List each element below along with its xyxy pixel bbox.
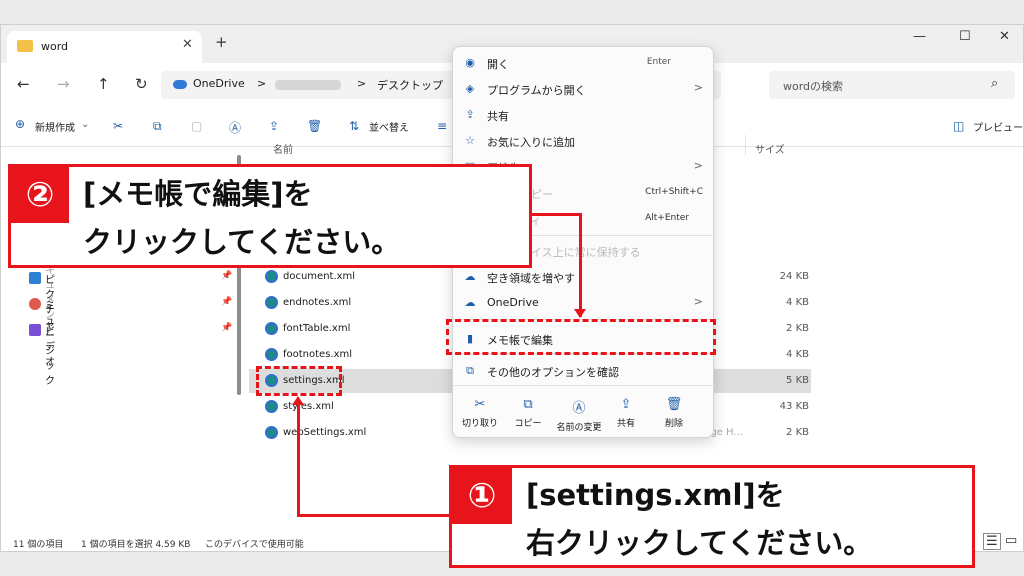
quick-action-share[interactable]: ⇪ 共有	[601, 397, 651, 429]
folder-icon	[17, 40, 33, 52]
edge-file-icon	[265, 296, 278, 309]
arrow-head	[292, 396, 304, 405]
chevron-down-icon: ⌄	[81, 119, 90, 130]
status-availability: このデバイスで使用可能	[205, 540, 304, 550]
pin-icon: 📌	[221, 297, 233, 307]
menu-item-open-with[interactable]: ◈ プログラムから開く >	[453, 77, 715, 101]
callout-text-line1: [settings.xml]を	[526, 478, 785, 512]
connector-line	[579, 213, 582, 317]
share-icon[interactable]: ⇪	[269, 119, 279, 133]
share-icon: ⇪	[465, 108, 475, 121]
rename-icon: Ⓐ	[572, 401, 586, 416]
menu-item-more-options[interactable]: ⧉ その他のオプションを確認	[453, 359, 715, 383]
new-icon: ⊕	[15, 117, 26, 131]
tab-close-icon[interactable]: ✕	[182, 37, 193, 52]
quick-action-rename[interactable]: Ⓐ 名前の変更	[551, 397, 607, 433]
chevron-right-icon: >	[693, 159, 703, 172]
quick-action-cut[interactable]: ✂ 切り取り	[455, 397, 505, 429]
menu-item-free-space[interactable]: ☁ 空き領域を増やす	[453, 265, 715, 289]
tab-word[interactable]: word ✕	[7, 31, 202, 63]
music-icon	[29, 298, 41, 310]
breadcrumb-onedrive[interactable]: OneDrive	[193, 77, 245, 90]
edge-file-icon	[265, 400, 278, 413]
open-with-icon: ◈	[465, 82, 475, 95]
copy-icon: ⧉	[523, 397, 533, 412]
callout-text-line2: クリックしてください。	[83, 225, 401, 259]
new-tab-button[interactable]: +	[215, 33, 228, 51]
video-icon	[29, 324, 41, 336]
star-icon: ☆	[465, 134, 475, 147]
sort-button[interactable]: 並べ替え	[369, 119, 409, 134]
minimize-button[interactable]: —	[913, 29, 926, 44]
breadcrumb-separator: >	[357, 77, 367, 90]
column-divider	[745, 135, 746, 155]
status-selection: 1 個の項目を選択 4.59 KB	[81, 540, 191, 550]
preview-button[interactable]: プレビュー	[973, 119, 1023, 134]
edge-file-icon	[265, 348, 278, 361]
paste-icon[interactable]: ▢	[191, 119, 202, 133]
details-view-icon[interactable]: ☰	[983, 533, 1001, 550]
share-icon: ⇪	[620, 397, 632, 412]
delete-icon: 🗑	[665, 397, 683, 412]
new-button[interactable]: 新規作成	[35, 119, 75, 134]
copy-icon[interactable]: ⧉	[153, 119, 162, 134]
edge-file-icon	[265, 322, 278, 335]
quick-action-copy[interactable]: ⧉ コピー	[503, 397, 553, 429]
connector-line	[530, 213, 582, 216]
column-header-size[interactable]: サイズ	[755, 141, 785, 156]
search-icon: ⌕	[991, 76, 999, 91]
onedrive-icon	[173, 80, 187, 89]
onedrive-icon: ☁	[464, 296, 476, 309]
menu-item-favorite[interactable]: ☆ お気に入りに追加	[453, 129, 715, 153]
highlight-settings-file	[256, 366, 342, 396]
maximize-button[interactable]: ☐	[959, 29, 971, 44]
tiles-view-icon[interactable]: ▭	[1005, 533, 1017, 548]
pictures-icon	[29, 272, 41, 284]
breadcrumb-separator: >	[257, 77, 267, 90]
delete-icon[interactable]: 🗑	[307, 119, 322, 133]
pin-icon: 📌	[221, 323, 233, 333]
highlight-notepad-item	[446, 319, 716, 355]
view-icon[interactable]: ≡	[437, 119, 447, 133]
breadcrumb-desktop[interactable]: デスクトップ	[377, 77, 443, 93]
connector-line	[297, 514, 450, 517]
edge-file-icon	[265, 426, 278, 439]
menu-item-share[interactable]: ⇪ 共有	[453, 103, 715, 127]
arrow-head	[574, 309, 586, 318]
blurred-breadcrumb	[275, 80, 341, 90]
step-number: ①	[452, 468, 512, 524]
forward-arrow-icon[interactable]: →	[57, 75, 70, 93]
cloud-free-icon: ☁	[464, 270, 476, 283]
more-options-icon: ⧉	[466, 364, 474, 377]
back-arrow-icon[interactable]: ←	[17, 75, 30, 93]
refresh-icon[interactable]: ↻	[135, 75, 148, 93]
step-number: ②	[11, 167, 69, 223]
chevron-right-icon: >	[693, 81, 703, 94]
edge-icon: ◉	[465, 56, 475, 69]
up-arrow-icon[interactable]: ↑	[97, 75, 110, 93]
menu-item-open[interactable]: ◉ 開く Enter	[453, 51, 715, 75]
column-header-name[interactable]: 名前	[273, 141, 293, 156]
callout-text-line2: 右クリックしてください。	[526, 526, 873, 560]
connector-line	[297, 404, 300, 516]
cut-icon: ✂	[474, 397, 486, 412]
callout-text-line1: [メモ帳で編集]を	[83, 177, 313, 211]
chevron-right-icon: >	[693, 295, 703, 308]
edge-file-icon	[265, 270, 278, 283]
preview-pane-icon: ◫	[953, 119, 965, 133]
rename-icon[interactable]: Ⓐ	[229, 119, 241, 136]
callout-step1: ① [settings.xml]を 右クリックしてください。	[449, 465, 975, 568]
search-box[interactable]: wordの検索 ⌕	[769, 71, 1015, 99]
close-window-button[interactable]: ✕	[999, 29, 1010, 44]
callout-step2: ② [メモ帳で編集]を クリックしてください。	[8, 164, 532, 268]
cut-icon[interactable]: ✂	[113, 119, 123, 133]
quick-action-delete[interactable]: 🗑 削除	[649, 397, 699, 429]
search-input[interactable]: wordの検索	[783, 78, 843, 94]
tab-title: word	[41, 40, 69, 53]
status-item-count: 11 個の項目	[13, 540, 64, 550]
menu-separator	[453, 385, 715, 386]
pin-icon: 📌	[221, 271, 233, 281]
sort-icon: ⇅	[349, 119, 360, 133]
